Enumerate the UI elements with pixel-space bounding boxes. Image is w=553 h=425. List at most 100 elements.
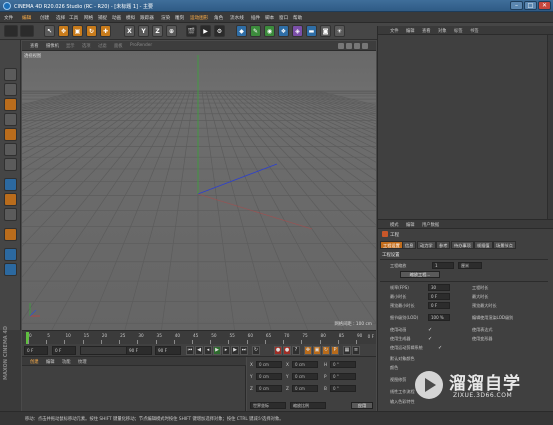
model-mode-icon[interactable] — [4, 83, 17, 96]
redo-icon[interactable] — [20, 25, 34, 37]
axis-z-button[interactable]: Z — [152, 25, 163, 37]
viewport-menu-cameras[interactable]: 摄像机 — [46, 43, 59, 49]
om-menu-view[interactable]: 查看 — [422, 28, 431, 34]
prev-key-icon[interactable]: ◀ — [195, 346, 203, 355]
material-menu-create[interactable]: 创建 — [30, 359, 39, 365]
coord-field[interactable]: 0 cm — [292, 373, 318, 380]
menu-snap[interactable]: 捕捉 — [98, 15, 107, 21]
record-icon[interactable]: ● — [274, 346, 282, 355]
project-scale-field[interactable]: 1 — [432, 262, 454, 269]
menu-tracker[interactable]: 跟踪器 — [140, 15, 154, 21]
render-settings-icon[interactable]: ⚙ — [214, 25, 225, 37]
timeline-menu-icon[interactable]: ≡ — [352, 346, 360, 355]
viewport-menu-options[interactable]: 选项 — [82, 43, 91, 49]
object-manager-scrollbar[interactable] — [547, 35, 553, 219]
sculpt-icon[interactable] — [4, 228, 17, 241]
key-scale-icon[interactable]: ▣ — [313, 346, 321, 355]
om-menu-bookmarks[interactable]: 书签 — [470, 28, 479, 34]
tweak-mode-icon[interactable] — [4, 193, 17, 206]
om-menu-objects[interactable]: 对象 — [438, 28, 447, 34]
coord-field[interactable]: 0 cm — [292, 361, 318, 368]
cube-object-icon[interactable]: ◆ — [236, 25, 247, 37]
orbit-icon[interactable] — [354, 43, 360, 49]
om-menu-tags[interactable]: 标签 — [454, 28, 463, 34]
use-animation-checkbox[interactable]: ✓ — [428, 327, 432, 333]
tab-dynamics[interactable]: 动力学 — [417, 241, 436, 249]
recent-tools-icon[interactable]: ✚ — [100, 25, 111, 37]
coord-field[interactable]: 0 ° — [330, 385, 356, 392]
menu-create[interactable]: 创建 — [40, 15, 49, 21]
zoom-icon[interactable] — [346, 43, 352, 49]
fps-field[interactable]: 30 — [428, 284, 450, 291]
menu-simulate[interactable]: 模拟 — [126, 15, 135, 21]
am-menu-userdata[interactable]: 用户数据 — [422, 222, 439, 228]
menu-render[interactable]: 渲染 — [161, 15, 170, 21]
viewport-menu-prorender[interactable]: ProRender — [130, 43, 152, 48]
menu-tools[interactable]: 工具 — [69, 15, 78, 21]
tab-interpolation[interactable]: 帧插值 — [474, 241, 493, 249]
array-icon[interactable]: ❖ — [278, 25, 289, 37]
end-frame-field[interactable]: 90 F — [126, 346, 152, 355]
key-pla-icon[interactable]: ▦ — [343, 346, 351, 355]
material-menu-function[interactable]: 功能 — [62, 359, 71, 365]
light-icon[interactable]: ☀ — [334, 25, 345, 37]
rotate-icon[interactable]: ↻ — [86, 25, 97, 37]
next-frame-icon[interactable]: ▸ — [222, 346, 230, 355]
viewport-menu-display[interactable]: 显示 — [66, 43, 75, 49]
undo-icon[interactable] — [4, 25, 18, 37]
scale-icon[interactable]: ▣ — [72, 25, 83, 37]
coord-field[interactable]: 0 cm — [256, 373, 282, 380]
goto-end-icon[interactable]: ⏭ — [240, 346, 248, 355]
menu-edit[interactable]: 编辑 — [22, 15, 31, 21]
menu-sculpt[interactable]: 雕刻 — [175, 15, 184, 21]
viewport-menu-view[interactable]: 查看 — [30, 43, 39, 49]
loop-icon[interactable]: ↻ — [252, 346, 260, 355]
menu-plugins[interactable]: 插件 — [251, 15, 260, 21]
menu-character[interactable]: 角色 — [214, 15, 223, 21]
axis-x-button[interactable]: X — [124, 25, 135, 37]
om-menu-edit[interactable]: 编辑 — [406, 28, 415, 34]
current-frame-field[interactable]: 0 F — [52, 346, 76, 355]
om-menu-file[interactable]: 文件 — [390, 28, 399, 34]
axis-mode-icon[interactable] — [4, 178, 17, 191]
maximize-button[interactable]: □ — [524, 1, 537, 10]
live-select-icon[interactable]: ↖ — [44, 25, 55, 37]
material-menu-texture[interactable]: 纹理 — [78, 359, 87, 365]
grid-snap-icon[interactable] — [4, 263, 17, 276]
menu-animate[interactable]: 动画 — [112, 15, 121, 21]
axis-y-button[interactable]: Y — [138, 25, 149, 37]
play-icon[interactable]: ▶ — [213, 346, 221, 355]
key-rotation-icon[interactable]: ↻ — [322, 346, 330, 355]
polygons-mode-icon[interactable] — [4, 158, 17, 171]
timeline-ruler[interactable]: 0 5 10 15 20 25 30 35 40 45 50 55 60 65 70 75 80 85 90 0 F — [22, 330, 376, 344]
workplane-lock-icon[interactable] — [4, 248, 17, 261]
tab-info[interactable]: 信息 — [402, 241, 417, 249]
prev-frame-icon[interactable]: ◂ — [204, 346, 212, 355]
floor-icon[interactable]: ▬ — [306, 25, 317, 37]
am-menu-mode[interactable]: 模式 — [390, 222, 399, 228]
menu-mograph[interactable]: 运动图形 — [190, 15, 208, 21]
pan-icon[interactable] — [338, 43, 344, 49]
menu-help[interactable]: 帮助 — [293, 15, 302, 21]
menu-window[interactable]: 窗口 — [279, 15, 288, 21]
points-mode-icon[interactable] — [4, 128, 17, 141]
perspective-viewport[interactable]: 透视视图 网格间距 : 100 cm — [22, 51, 376, 330]
coord-field[interactable]: 0 ° — [330, 373, 356, 380]
key-position-icon[interactable]: ✥ — [304, 346, 312, 355]
menu-mesh[interactable]: 网格 — [84, 15, 93, 21]
coord-field[interactable]: 0 ° — [330, 361, 356, 368]
start-frame-field[interactable]: 0 F — [24, 346, 48, 355]
menu-file[interactable]: 文件 — [4, 15, 13, 21]
coord-field[interactable]: 0 cm — [292, 385, 318, 392]
keyframe-selection-icon[interactable]: ? — [292, 346, 300, 355]
subdivision-surface-icon[interactable]: ◉ — [264, 25, 275, 37]
tab-scene-nodes[interactable]: 场景节点 — [493, 241, 516, 249]
coordinate-system-icon[interactable]: ⊕ — [166, 25, 177, 37]
workplane-mode-icon[interactable] — [4, 113, 17, 126]
make-editable-icon[interactable] — [4, 68, 17, 81]
coord-apply-button[interactable]: 应用 — [351, 402, 373, 409]
tab-todo[interactable]: 待办事项 — [451, 241, 474, 249]
lod-field[interactable]: 100 % — [428, 314, 450, 321]
minimize-button[interactable]: – — [510, 1, 523, 10]
key-parameter-icon[interactable]: P — [331, 346, 339, 355]
